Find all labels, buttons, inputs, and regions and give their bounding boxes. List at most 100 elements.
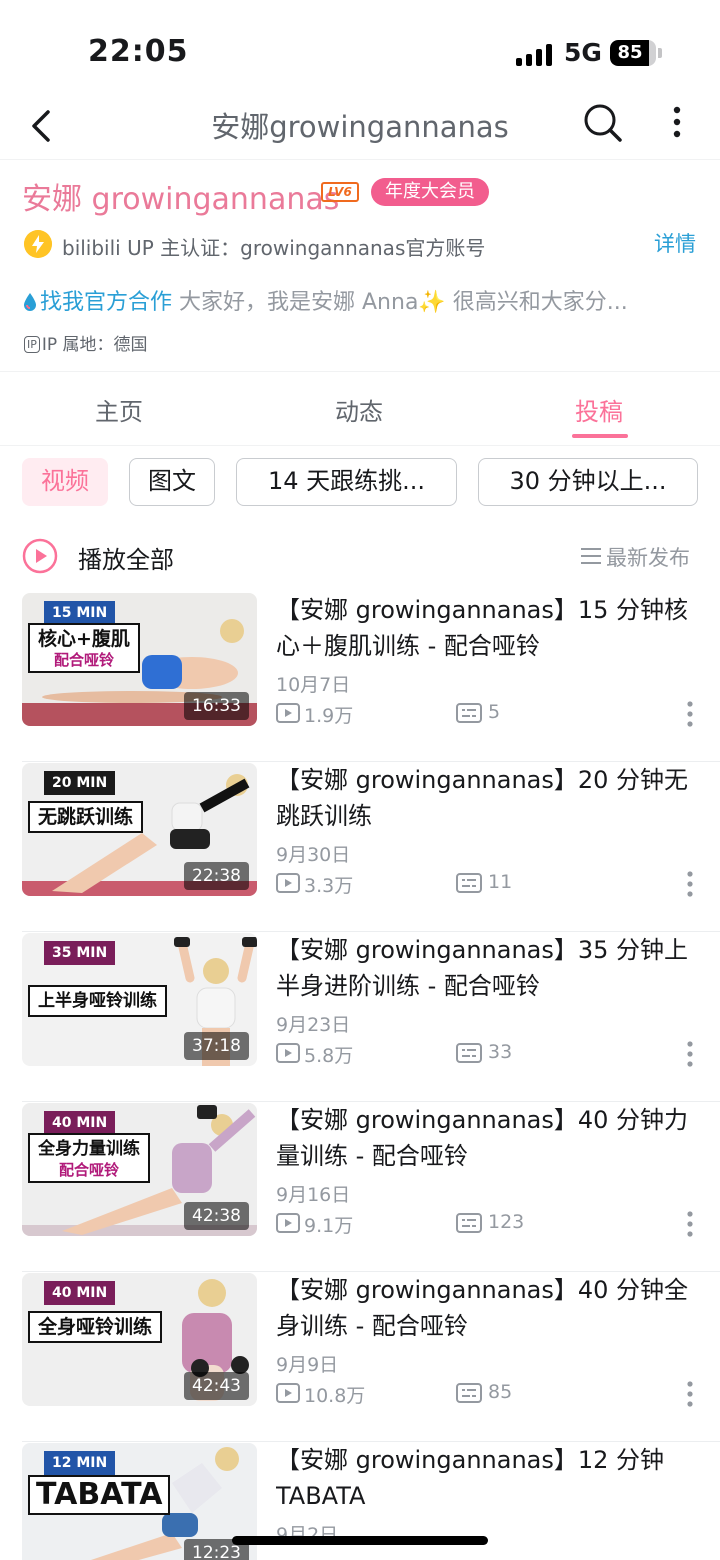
caption-sub: 配合哑铃	[58, 1161, 119, 1179]
danmaku-icon	[456, 1383, 482, 1403]
caption-main: 全身哑铃训练	[38, 1316, 153, 1338]
tab-active-indicator	[572, 434, 628, 438]
battery-icon: 85	[610, 40, 656, 66]
danmaku-icon	[456, 1213, 482, 1233]
video-thumbnail[interactable]: 12 MIN TABATA 12:23	[22, 1443, 257, 1560]
more-vertical-icon[interactable]	[682, 700, 698, 728]
search-icon[interactable]	[580, 100, 624, 144]
vip-badge[interactable]: 年度大会员	[371, 178, 489, 206]
caption-main: 上半身哑铃训练	[38, 991, 157, 1011]
play-all-row: 播放全部 最新发布	[0, 530, 720, 586]
more-vertical-icon[interactable]	[682, 870, 698, 898]
video-title[interactable]: 【安娜 growingannanas】40 分钟力量训练 - 配合哑铃	[276, 1102, 696, 1174]
back-icon[interactable]	[22, 106, 62, 146]
level-badge: LV6	[321, 182, 359, 202]
thumbnail-caption: TABATA	[28, 1475, 171, 1515]
signature-text: 大家好，我是安娜 Anna✨ 很高兴和大家分...	[172, 290, 628, 315]
more-vertical-icon[interactable]	[682, 1380, 698, 1408]
cooperation-link[interactable]: 找我官方合作	[40, 290, 172, 315]
profile-name[interactable]: 安娜 growingannanas	[22, 174, 339, 218]
video-date: 9月16日	[276, 1184, 351, 1206]
video-date: 10月7日	[276, 674, 351, 696]
video-title[interactable]: 【安娜 growingannanas】35 分钟上半身进阶训练 - 配合哑铃	[276, 932, 696, 1004]
nav-title: 安娜growingannanas	[211, 110, 509, 144]
lightning-icon	[24, 230, 52, 258]
video-stats: 5.8万 33	[276, 1040, 696, 1068]
tab-uploads[interactable]: 投稿	[539, 392, 659, 427]
duration-tag: 40 MIN	[44, 1281, 116, 1305]
more-vertical-icon[interactable]	[682, 1040, 698, 1068]
ip-location-text: IP 属地：德国	[41, 335, 148, 355]
video-thumbnail[interactable]: 40 MIN 全身哑铃训练 42:43	[22, 1273, 257, 1406]
caption-main: 核心+腹肌	[38, 628, 130, 650]
video-thumbnail[interactable]: 35 MIN 上半身哑铃训练 37:18	[22, 933, 257, 1066]
chip-series-30-min[interactable]: 30 分钟以上...	[478, 458, 698, 506]
video-item[interactable]: 40 MIN 全身哑铃训练 42:43 【安娜 growingannanas】4…	[0, 1272, 720, 1442]
danmaku-count: 123	[488, 1211, 525, 1233]
duration-tag: 20 MIN	[44, 771, 116, 795]
play-count-icon	[276, 873, 300, 893]
play-count-icon	[276, 1213, 300, 1233]
more-vertical-icon[interactable]	[682, 1210, 698, 1238]
tab-dynamics[interactable]: 动态	[299, 392, 419, 427]
video-title[interactable]: 【安娜 growingannanas】40 分钟全身训练 - 配合哑铃	[276, 1272, 696, 1344]
video-thumbnail[interactable]: 20 MIN 无跳跃训练 22:38	[22, 763, 257, 896]
thumbnail-caption: 无跳跃训练	[28, 801, 144, 833]
tab-home[interactable]: 主页	[59, 392, 179, 427]
video-duration: 16:33	[184, 692, 249, 720]
profile-header: 安娜 growingannanas LV6 年度大会员 bilibili UP …	[0, 160, 720, 372]
video-title[interactable]: 【安娜 growingannanas】20 分钟无跳跃训练	[276, 762, 696, 834]
danmaku-count: 33	[488, 1041, 513, 1063]
play-count: 1.9万	[304, 705, 354, 727]
danmaku-count: 85	[488, 1381, 513, 1403]
video-stats: 3.3万 11	[276, 870, 696, 898]
verification-text: bilibili UP 主认证：growingannanas官方账号	[62, 236, 486, 260]
chip-video[interactable]: 视频	[22, 458, 108, 506]
more-vertical-icon[interactable]	[662, 102, 692, 142]
thumbnail-caption: 全身力量训练 配合哑铃	[28, 1133, 150, 1183]
video-date: 9月23日	[276, 1014, 351, 1036]
play-count-icon	[276, 1043, 300, 1063]
top-nav: 安娜growingannanas	[0, 96, 720, 160]
thumbnail-caption: 上半身哑铃训练	[28, 985, 167, 1017]
video-title[interactable]: 【安娜 growingannanas】15 分钟核心＋腹肌训练 - 配合哑铃	[276, 592, 696, 664]
status-bar: 22:05 5G 85	[0, 0, 720, 96]
danmaku-icon	[456, 1043, 482, 1063]
status-time: 22:05	[88, 34, 189, 69]
battery-level: 85	[617, 42, 643, 63]
video-title[interactable]: 【安娜 growingannanas】12 分钟 TABATA	[276, 1442, 696, 1514]
video-duration: 22:38	[184, 862, 249, 890]
video-item[interactable]: 40 MIN 全身力量训练 配合哑铃 42:38 【安娜 growingannan…	[0, 1102, 720, 1272]
home-indicator[interactable]	[232, 1536, 488, 1545]
play-all-button[interactable]: 播放全部	[78, 540, 174, 575]
sort-icon[interactable]	[580, 546, 602, 566]
video-item[interactable]: 15 MIN 核心+腹肌 配合哑铃 16:33 【安娜 growingannana…	[0, 592, 720, 762]
danmaku-icon	[456, 873, 482, 893]
video-thumbnail[interactable]: 40 MIN 全身力量训练 配合哑铃 42:38	[22, 1103, 257, 1236]
duration-tag: 35 MIN	[44, 941, 116, 965]
duration-tag: 40 MIN	[44, 1111, 116, 1135]
play-count-icon	[276, 1383, 300, 1403]
filter-chips: 视频 图文 14 天跟练挑... 30 分钟以上...	[0, 458, 720, 510]
battery-tip	[658, 48, 662, 58]
danmaku-count: 11	[488, 871, 513, 893]
video-stats: 1.9万 5	[276, 700, 696, 728]
danmaku-icon	[456, 703, 482, 723]
drop-icon	[24, 293, 36, 311]
danmaku-count: 5	[488, 701, 501, 723]
video-item[interactable]: 35 MIN 上半身哑铃训练 37:18 【安娜 growingannanas】…	[0, 932, 720, 1102]
video-item[interactable]: 20 MIN 无跳跃训练 22:38 【安娜 growingannanas】20…	[0, 762, 720, 932]
video-thumbnail[interactable]: 15 MIN 核心+腹肌 配合哑铃 16:33	[22, 593, 257, 726]
chip-article[interactable]: 图文	[129, 458, 215, 506]
caption-main: 全身力量训练	[38, 1139, 140, 1159]
play-all-icon[interactable]	[22, 538, 58, 574]
play-count: 5.8万	[304, 1045, 354, 1067]
video-date: 9月9日	[276, 1354, 339, 1376]
chip-series-14-days[interactable]: 14 天跟练挑...	[236, 458, 457, 506]
detail-link[interactable]: 详情	[654, 228, 696, 258]
profile-tabs: 主页 动态 投稿	[0, 372, 720, 446]
signature[interactable]: 找我官方合作 大家好，我是安娜 Anna✨ 很高兴和大家分...	[22, 284, 702, 316]
sort-button[interactable]: 最新发布	[606, 542, 690, 572]
ip-icon: IP	[24, 336, 40, 353]
network-type: 5G	[564, 38, 602, 67]
